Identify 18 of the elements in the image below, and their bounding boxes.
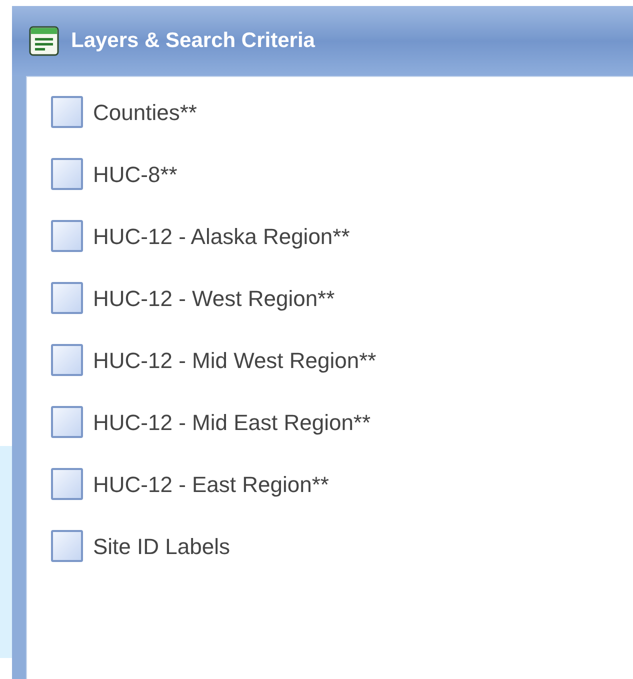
layer-label: Site ID Labels — [93, 532, 230, 560]
layer-checkbox[interactable] — [51, 406, 83, 438]
layer-checkbox[interactable] — [51, 530, 83, 562]
layer-label: HUC-12 - West Region** — [93, 284, 335, 313]
layer-checkbox[interactable] — [51, 158, 83, 190]
layer-label: HUC-12 - Alaska Region** — [93, 222, 350, 251]
layer-label: HUC-12 - Mid West Region** — [93, 346, 376, 375]
layer-checkbox[interactable] — [51, 282, 83, 314]
layer-label: HUC-12 - East Region** — [93, 470, 329, 499]
layer-label: HUC-12 - Mid East Region** — [93, 408, 371, 437]
layer-checkbox[interactable] — [51, 468, 83, 500]
layer-label: Counties** — [93, 98, 197, 126]
layer-label: HUC-8** — [93, 160, 178, 188]
form-icon — [29, 26, 59, 56]
layer-checkbox[interactable] — [51, 96, 83, 128]
layer-checkbox[interactable] — [51, 344, 83, 376]
panel-title: Layers & Search Criteria — [71, 28, 315, 54]
layer-checkbox[interactable] — [51, 220, 83, 252]
